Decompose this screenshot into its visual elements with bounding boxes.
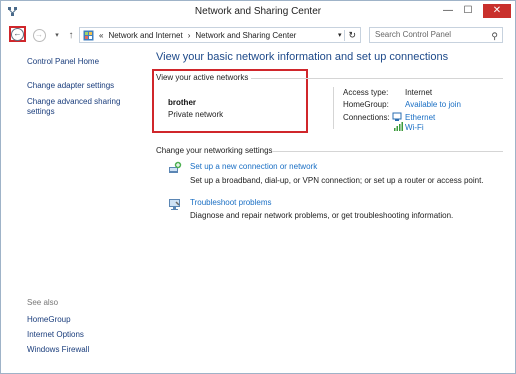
- breadcrumb-separator-icon: ›: [187, 30, 191, 40]
- search-input[interactable]: Search Control Panel ⚲: [369, 27, 503, 43]
- troubleshoot-problems-link[interactable]: Troubleshoot problems: [190, 198, 272, 207]
- back-arrow-icon: ←: [11, 27, 24, 41]
- left-pane: Control Panel Home Change adapter settin…: [27, 57, 147, 117]
- networking-settings-divider: [273, 151, 503, 152]
- address-bar[interactable]: « Network and Internet › Network and Sha…: [79, 27, 361, 43]
- up-arrow-icon: ↑: [68, 29, 74, 41]
- troubleshoot-problems-description: Diagnose and repair network problems, or…: [190, 211, 454, 220]
- network-info-divider: [333, 87, 334, 129]
- search-placeholder: Search Control Panel: [375, 30, 452, 39]
- see-also-label: See also: [27, 298, 59, 307]
- ethernet-connection-link[interactable]: Ethernet: [405, 113, 435, 122]
- connections-label: Connections:: [343, 113, 390, 122]
- address-dropdown-icon[interactable]: ▾: [338, 31, 342, 39]
- navigation-bar: ← → ▾ ↑ « Network and Internet › Network…: [1, 24, 515, 48]
- maximize-button[interactable]: ☐: [459, 4, 477, 18]
- up-button[interactable]: ↑: [64, 28, 78, 42]
- windows-firewall-link[interactable]: Windows Firewall: [27, 345, 89, 354]
- change-advanced-sharing-settings-link[interactable]: Change advanced sharing settings: [27, 97, 127, 117]
- ethernet-icon: [392, 112, 402, 121]
- access-type-value: Internet: [405, 88, 433, 97]
- new-connection-icon: [169, 161, 182, 173]
- control-panel-icon: [83, 30, 94, 40]
- chevron-down-icon: ▾: [55, 32, 59, 39]
- change-adapter-settings-link[interactable]: Change adapter settings: [27, 81, 147, 91]
- homegroup-status-link[interactable]: Available to join: [405, 100, 461, 109]
- recent-locations-button[interactable]: ▾: [50, 28, 64, 42]
- wifi-connection-link[interactable]: Wi-Fi: [405, 123, 424, 132]
- close-button[interactable]: ✕: [483, 4, 511, 18]
- network-name: brother: [168, 98, 196, 107]
- homegroup-label: HomeGroup:: [343, 100, 389, 109]
- active-networks-divider: [251, 78, 503, 79]
- window-title: Network and Sharing Center: [194, 6, 322, 17]
- internet-options-link[interactable]: Internet Options: [27, 330, 84, 339]
- search-icon[interactable]: ⚲: [491, 29, 498, 43]
- setup-connection-link[interactable]: Set up a new connection or network: [190, 162, 317, 171]
- breadcrumb-network-and-sharing-center[interactable]: Network and Sharing Center: [195, 31, 296, 40]
- setup-connection-description: Set up a broadband, dial-up, or VPN conn…: [190, 176, 484, 185]
- control-panel-home-link[interactable]: Control Panel Home: [27, 57, 147, 67]
- forward-arrow-icon: →: [32, 28, 46, 42]
- title-bar: Network and Sharing Center — ☐ ✕: [1, 1, 515, 22]
- network-category[interactable]: Private network: [168, 110, 223, 119]
- active-networks-label: View your active networks: [156, 73, 249, 82]
- window: Network and Sharing Center — ☐ ✕ ← → ▾ ↑…: [0, 0, 516, 374]
- access-type-label: Access type:: [343, 88, 389, 97]
- back-button[interactable]: ←: [9, 26, 26, 42]
- wifi-signal-icon: [394, 122, 403, 131]
- refresh-icon[interactable]: ↻: [344, 29, 356, 41]
- minimize-button[interactable]: —: [439, 4, 457, 18]
- troubleshoot-icon: [169, 199, 180, 210]
- networking-settings-label: Change your networking settings: [156, 146, 273, 155]
- breadcrumb-overflow[interactable]: «: [99, 31, 103, 40]
- breadcrumb-network-and-internet[interactable]: Network and Internet: [108, 31, 182, 40]
- forward-button[interactable]: →: [32, 28, 46, 42]
- page-title: View your basic network information and …: [156, 51, 449, 63]
- homegroup-link[interactable]: HomeGroup: [27, 315, 71, 324]
